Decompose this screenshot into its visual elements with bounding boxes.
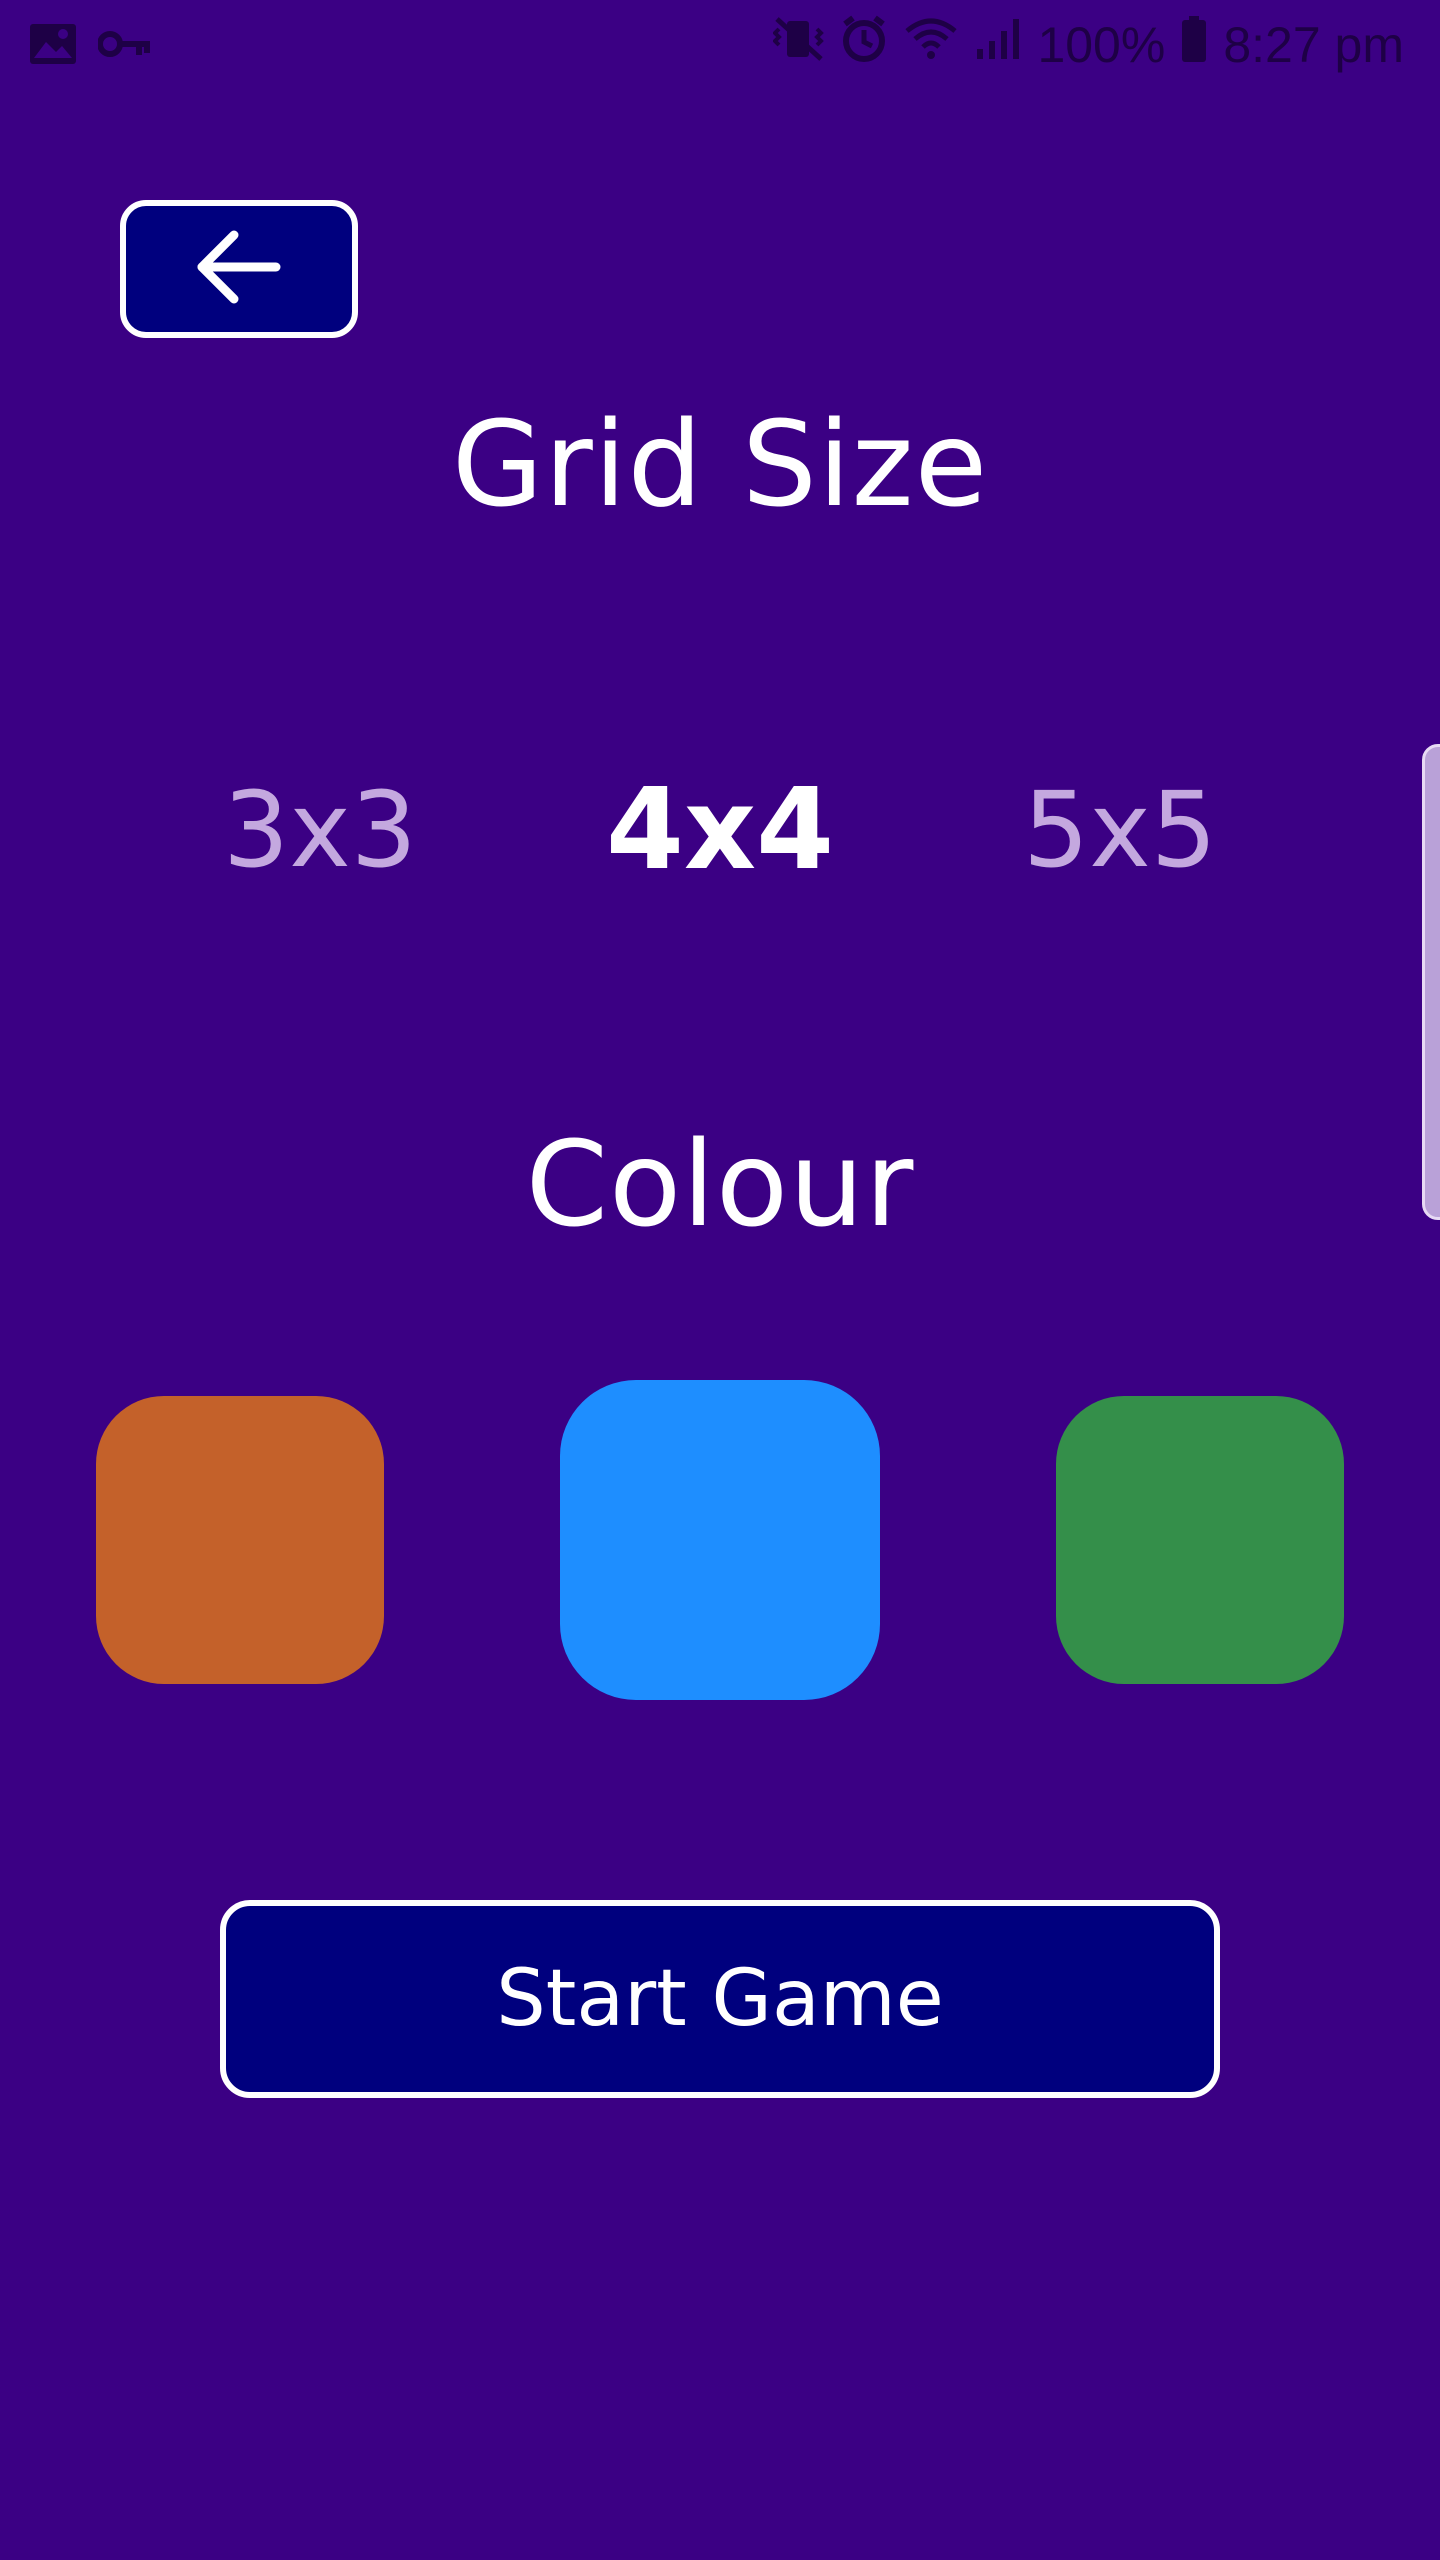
back-button[interactable] <box>120 200 358 338</box>
status-bar: 100% 8:27 pm <box>0 0 1440 96</box>
wifi-icon <box>903 15 959 75</box>
arrow-left-icon <box>194 227 284 311</box>
battery-percent: 100% <box>1037 17 1166 73</box>
vibrate-mute-icon <box>772 15 825 75</box>
start-game-label: Start Game <box>496 1954 944 2044</box>
clock-time: 8:27 pm <box>1223 17 1404 73</box>
colour-swatch-blue[interactable] <box>560 1380 880 1700</box>
grid-option-4x4[interactable]: 4x4 <box>570 760 870 900</box>
start-game-button[interactable]: Start Game <box>220 1900 1220 2098</box>
key-icon <box>97 29 152 63</box>
edge-panel-handle[interactable] <box>1422 744 1440 1220</box>
alarm-icon <box>839 14 889 76</box>
colour-swatch-orange[interactable] <box>96 1396 384 1684</box>
grid-size-title: Grid Size <box>451 395 989 533</box>
grid-option-5x5[interactable]: 5x5 <box>970 760 1270 900</box>
signal-icon <box>973 15 1023 75</box>
image-icon <box>28 22 78 70</box>
colour-title: Colour <box>525 1115 915 1253</box>
grid-option-3x3[interactable]: 3x3 <box>170 760 470 900</box>
colour-swatch-green[interactable] <box>1056 1396 1344 1684</box>
battery-icon <box>1179 14 1209 76</box>
